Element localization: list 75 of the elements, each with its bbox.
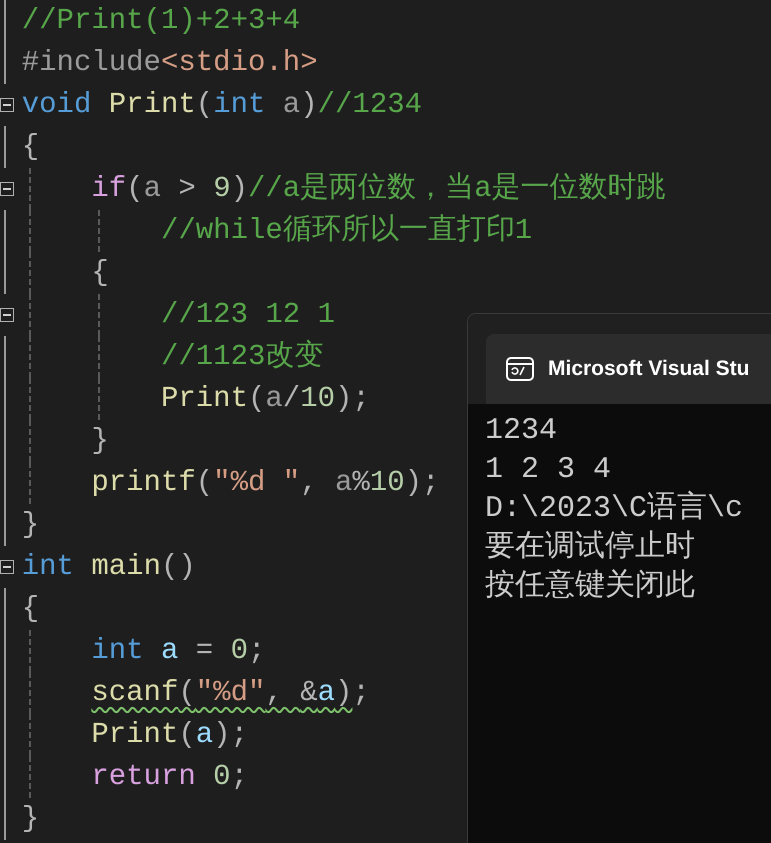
code-token: (: [248, 381, 266, 418]
code-token: {: [22, 591, 40, 628]
code-token: ): [300, 87, 318, 124]
fold-toggle[interactable]: [0, 182, 14, 196]
code-token: a: [282, 87, 300, 124]
code-token: main: [90, 549, 161, 586]
console-line: 1 2 3 4: [485, 452, 612, 489]
code-token: Print: [160, 381, 248, 418]
code-token: );: [404, 465, 440, 502]
code-token: ): [230, 171, 248, 208]
code-token: a: [265, 381, 283, 418]
code-token: void: [22, 87, 92, 124]
code-token: 0: [212, 759, 231, 796]
code-token: ,: [300, 465, 319, 502]
code-token: Print: [108, 87, 196, 124]
code-token: if: [91, 171, 126, 208]
code-token: //Print(1)+2+3+4: [22, 3, 300, 40]
code-token: (: [196, 465, 214, 502]
code-token: ;: [352, 675, 370, 712]
code-token: a: [160, 633, 178, 670]
code-token: <stdio.h>: [160, 45, 318, 82]
code-token: "%d ": [213, 465, 300, 502]
code-token: 10: [370, 465, 405, 502]
code-token: printf: [91, 465, 196, 502]
code-token: int: [91, 633, 144, 670]
code-token: (: [196, 87, 214, 124]
code-token: int: [213, 87, 266, 124]
console-tab[interactable]: Microsoft Visual Stu: [486, 334, 771, 404]
code-token: (): [160, 549, 196, 586]
code-token: (: [126, 171, 144, 208]
code-token: &: [300, 675, 318, 712]
code-token: 9: [213, 171, 231, 208]
code-token: a: [144, 171, 161, 208]
fold-toggle[interactable]: [0, 98, 14, 112]
fold-toggle[interactable]: [0, 560, 14, 574]
code-token: a: [318, 675, 336, 712]
code-token: //123 12 1: [160, 297, 335, 334]
code-token: ,: [265, 675, 284, 712]
code-token: "%d": [196, 675, 266, 712]
code-token: /: [282, 381, 300, 418]
code-token: =: [194, 633, 214, 670]
console-line: D:\2023\C语言\c: [485, 490, 744, 528]
code-token: return: [91, 759, 196, 796]
terminal-icon: [506, 357, 534, 381]
fold-toggle[interactable]: [0, 308, 14, 322]
code-token: //while循环所以一直打印1: [160, 213, 532, 250]
code-token: %: [352, 465, 370, 502]
code-token: }: [91, 423, 109, 460]
code-token: }: [22, 507, 40, 544]
code-token: a: [335, 465, 352, 502]
code-token: //1123改变: [160, 338, 324, 376]
window-title: Microsoft Visual Stu: [548, 356, 750, 382]
code-token: );: [335, 381, 370, 418]
code-token: //a是两位数，当a是一位数时跳: [248, 171, 666, 208]
code-token: #include: [22, 45, 161, 82]
code-token: scanf: [91, 675, 178, 712]
code-token: (: [178, 717, 196, 754]
code-token: }: [22, 801, 40, 838]
code-token: ;: [230, 759, 248, 796]
code-token: 0: [230, 633, 248, 670]
code-token: ): [335, 675, 352, 712]
code-token: ;: [248, 633, 266, 670]
code-token: Print: [91, 717, 178, 754]
code-token: {: [22, 129, 40, 166]
console-line: 按任意键关闭此: [485, 568, 696, 606]
code-token: //1234: [318, 87, 422, 124]
code-token: (: [178, 675, 196, 712]
code-token: a: [196, 717, 214, 754]
code-token: int: [22, 549, 74, 586]
code-token: );: [213, 717, 248, 754]
code-token: >: [177, 171, 197, 208]
console-line: 要在调试停止时: [485, 529, 696, 567]
code-token: {: [91, 255, 109, 292]
console-line: 1234: [485, 413, 558, 450]
code-token: 10: [300, 381, 335, 418]
